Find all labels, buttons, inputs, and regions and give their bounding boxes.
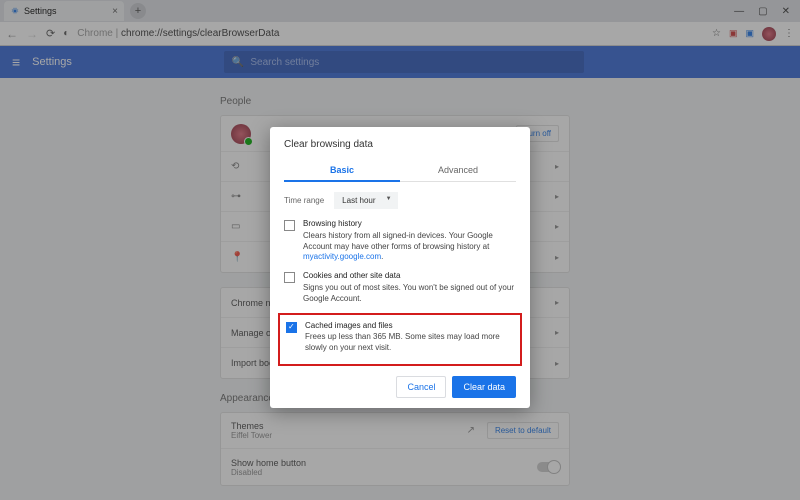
dialog-tabs: Basic Advanced <box>284 160 516 182</box>
clear-data-button[interactable]: Clear data <box>452 376 516 398</box>
dialog-title: Clear browsing data <box>284 139 516 150</box>
option-cookies[interactable]: Cookies and other site data Signs you ou… <box>284 271 516 304</box>
dialog-actions: Cancel Clear data <box>284 376 516 398</box>
highlighted-option: Cached images and files Frees up less th… <box>278 313 522 366</box>
option-cached[interactable]: Cached images and files Frees up less th… <box>286 321 514 354</box>
option-browsing-history[interactable]: Browsing history Clears history from all… <box>284 219 516 263</box>
tab-basic[interactable]: Basic <box>284 160 400 182</box>
clear-browsing-data-dialog: Clear browsing data Basic Advanced Time … <box>270 127 530 408</box>
cancel-button[interactable]: Cancel <box>396 376 446 398</box>
checkbox[interactable] <box>284 272 295 283</box>
checkbox[interactable] <box>286 322 297 333</box>
time-range-label: Time range <box>284 196 324 205</box>
time-range-row: Time range Last hour <box>284 192 516 209</box>
tab-advanced[interactable]: Advanced <box>400 160 516 181</box>
myactivity-link[interactable]: myactivity.google.com <box>303 252 381 261</box>
time-range-select[interactable]: Last hour <box>334 192 397 209</box>
checkbox[interactable] <box>284 220 295 231</box>
